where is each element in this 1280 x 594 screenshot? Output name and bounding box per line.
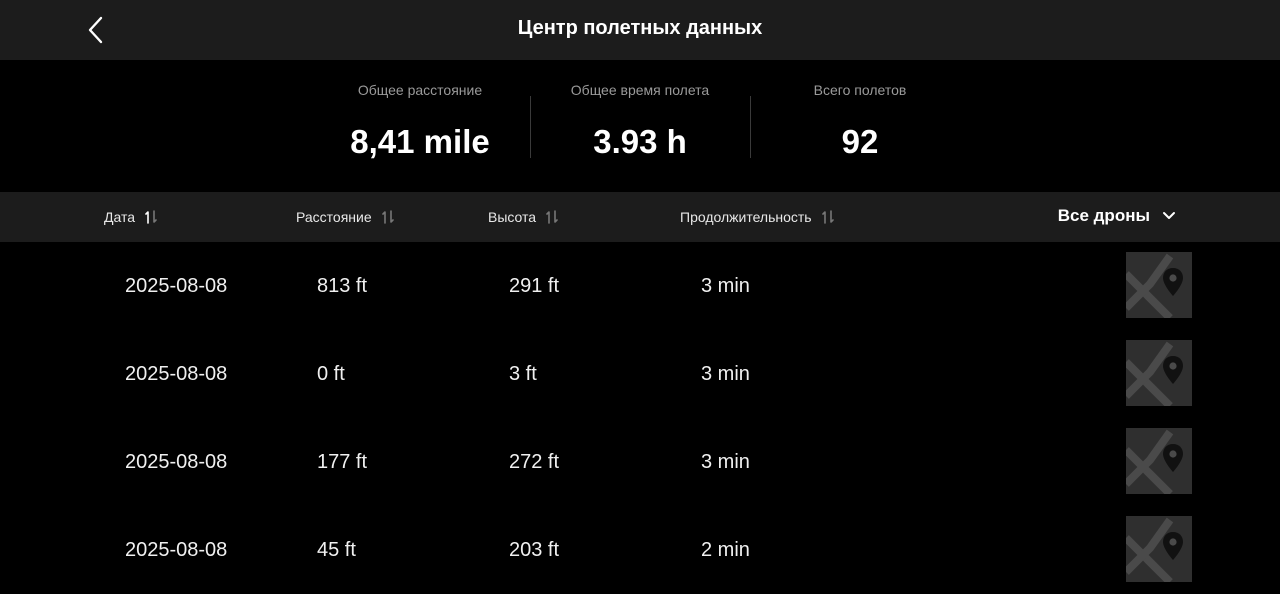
map-pin-icon [1126,517,1183,582]
sort-by-duration[interactable]: Продолжительность [680,209,836,225]
flight-date: 2025-08-08 [125,363,228,385]
flight-distance: 813 ft [317,275,368,297]
flight-distance: 177 ft [317,451,368,473]
stat-value: 3.93 h [593,123,687,160]
stat-label: Всего полетов [813,82,907,98]
map-pin-icon [1126,341,1183,406]
map-pin-icon [1126,253,1183,318]
sort-by-distance[interactable]: Расстояние [296,209,396,225]
flight-list: 2025-08-08 813 ft 291 ft 3 min 2025-08-0… [0,242,1280,594]
stat-label: Общее время полета [570,82,710,98]
column-label-distance: Расстояние [296,209,372,225]
column-label-duration: Продолжительность [680,209,812,225]
flight-altitude: 203 ft [509,539,560,561]
stat-value: 8,41 mile [350,123,490,160]
stat-value: 92 [841,123,879,160]
flight-distance: 0 ft [317,363,345,385]
flight-duration: 2 min [701,539,750,561]
flight-duration: 3 min [701,363,750,385]
flight-date: 2025-08-08 [125,275,228,297]
flight-row[interactable]: 2025-08-08 45 ft 203 ft 2 min [0,506,1280,594]
drone-filter-dropdown[interactable]: Все дроны [1058,206,1176,226]
drone-filter-label: Все дроны [1057,206,1150,225]
sort-icon [145,210,157,224]
map-thumbnail[interactable] [1126,428,1192,494]
sort-icon [381,210,394,224]
column-label-altitude: Высота [488,209,537,225]
flight-distance: 45 ft [317,539,356,561]
chevron-down-icon [1163,212,1175,219]
flight-duration: 3 min [701,275,750,297]
flight-row[interactable]: 2025-08-08 177 ft 272 ft 3 min [0,418,1280,506]
flight-altitude: 272 ft [509,451,560,473]
map-thumbnail[interactable] [1126,516,1192,582]
flight-date: 2025-08-08 [125,451,228,473]
stat-total-flight-time: Общее время полета 3.93 h [530,82,750,161]
flight-duration: 3 min [701,451,750,473]
flight-date: 2025-08-08 [125,539,228,561]
stat-total-flights: Всего полетов 92 [750,82,970,161]
sort-by-date[interactable]: Дата [104,209,159,225]
map-thumbnail[interactable] [1126,340,1192,406]
sort-icon [546,210,558,224]
top-bar: Центр полетных данных [0,0,1280,60]
summary-stats: Общее расстояние 8,41 mile Общее время п… [0,60,1280,192]
column-label-date: Дата [104,209,136,225]
map-pin-icon [1126,429,1183,494]
stat-total-distance: Общее расстояние 8,41 mile [310,82,530,161]
flight-row[interactable]: 2025-08-08 813 ft 291 ft 3 min [0,242,1280,330]
sort-icon [821,210,834,224]
flight-row[interactable]: 2025-08-08 0 ft 3 ft 3 min [0,330,1280,418]
flight-altitude: 291 ft [509,275,560,297]
stat-label: Общее расстояние [357,82,483,98]
page-title: Центр полетных данных [517,17,763,39]
sort-by-altitude[interactable]: Высота [488,209,560,225]
map-thumbnail[interactable] [1126,252,1192,318]
column-header-bar: Дата Расстояние Высота Продолжительность… [0,192,1280,242]
flight-altitude: 3 ft [509,363,537,385]
